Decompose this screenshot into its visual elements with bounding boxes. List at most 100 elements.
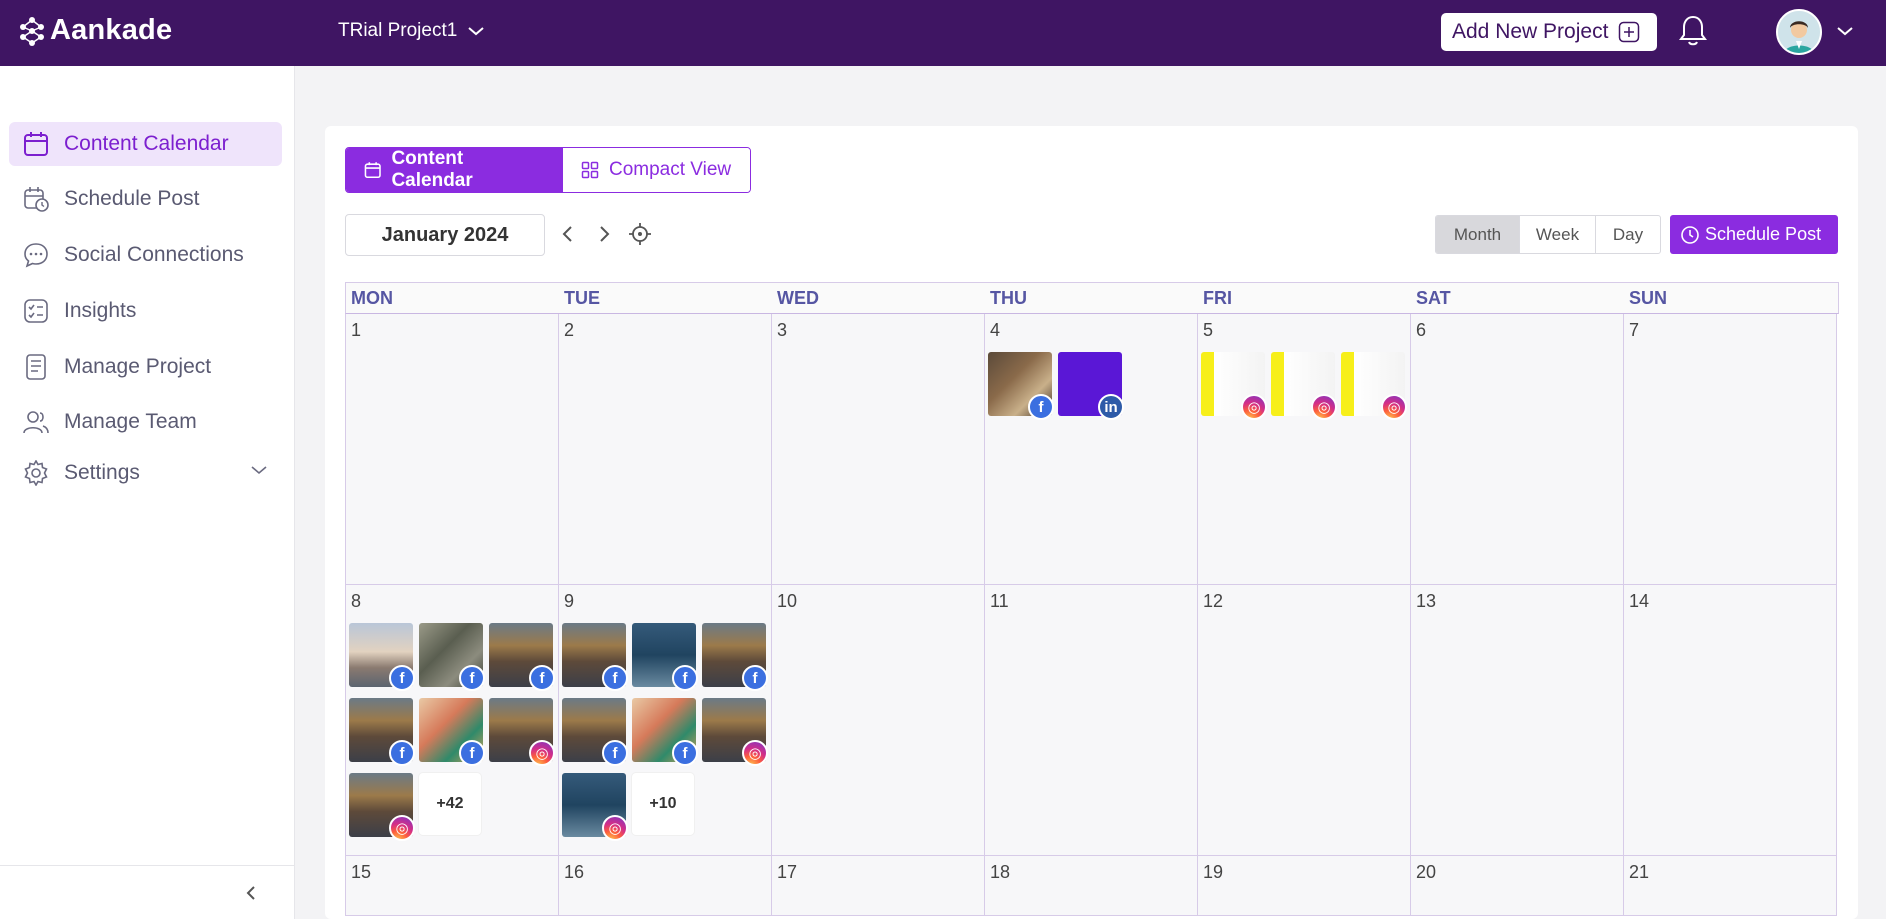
calendar-day-cell[interactable]: 20	[1411, 856, 1624, 916]
day-number: 11	[990, 591, 1009, 611]
calendar-day-cell[interactable]: 18	[985, 856, 1198, 916]
linkedin-icon: in	[1098, 394, 1124, 420]
calendar-day-cell[interactable]: 13	[1411, 585, 1624, 856]
weekday-label: MON	[351, 288, 393, 308]
sidebar-item-manage-team[interactable]: Manage Team	[9, 400, 282, 444]
calendar-day-cell[interactable]: 9 f f f f f ◎ ◎ +10	[559, 585, 772, 856]
calendar-icon	[22, 130, 50, 158]
post-thumbnail[interactable]: f	[632, 623, 698, 691]
post-thumbnail[interactable]: f	[349, 623, 415, 691]
sidebar-item-manage-project[interactable]: Manage Project	[9, 345, 282, 389]
content-calendar-view-button[interactable]: Content Calendar	[346, 148, 563, 192]
day-number: 13	[1416, 591, 1437, 611]
calendar-day-cell[interactable]: 21	[1624, 856, 1837, 916]
week-range-button[interactable]: Week	[1520, 216, 1596, 253]
sidebar-footer	[0, 865, 295, 919]
post-thumbnail[interactable]: f	[489, 623, 555, 691]
facebook-icon: f	[459, 740, 485, 766]
today-crosshair-icon[interactable]	[629, 223, 651, 250]
facebook-icon: f	[389, 740, 415, 766]
more-posts-button[interactable]: +42	[419, 773, 481, 835]
post-thumbnail[interactable]: f	[988, 352, 1054, 420]
post-thumbnail[interactable]: f	[632, 698, 698, 766]
more-posts-button[interactable]: +10	[632, 773, 694, 835]
day-number: 1	[351, 320, 362, 340]
calendar-day-cell[interactable]: 1	[346, 314, 559, 585]
day-range-button[interactable]: Day	[1596, 216, 1660, 253]
post-thumbnail[interactable]: ◎	[349, 773, 415, 841]
sidebar-item-content-calendar[interactable]: Content Calendar	[9, 122, 282, 166]
weekday-label: THU	[990, 288, 1027, 308]
sidebar-item-settings[interactable]: Settings	[9, 451, 282, 495]
sidebar-item-insights[interactable]: Insights	[9, 289, 282, 333]
add-new-project-button[interactable]: Add New Project	[1441, 13, 1657, 51]
calendar-day-cell[interactable]: 15	[346, 856, 559, 916]
sidebar-item-social-connections[interactable]: Social Connections	[9, 233, 282, 277]
calendar-day-cell[interactable]: 10	[772, 585, 985, 856]
user-avatar[interactable]	[1776, 9, 1822, 55]
instagram-icon: ◎	[529, 740, 555, 766]
facebook-icon: f	[742, 665, 768, 691]
day-number: 20	[1416, 862, 1437, 882]
calendar-day-cell[interactable]: 14	[1624, 585, 1837, 856]
post-thumbnail[interactable]: f	[419, 623, 485, 691]
compact-view-button[interactable]: Compact View	[563, 148, 750, 192]
post-thumbnail[interactable]: ◎	[702, 698, 768, 766]
post-thumbnail[interactable]: ◎	[489, 698, 555, 766]
next-month-icon[interactable]	[597, 224, 611, 249]
sidebar-item-schedule-post[interactable]: Schedule Post	[9, 177, 282, 221]
post-thumbnail[interactable]: ◎	[562, 773, 628, 841]
day-number: 8	[351, 591, 362, 611]
day-number: 2	[564, 320, 575, 340]
app-logo[interactable]: Aankade	[18, 14, 172, 47]
calendar-card: Content Calendar Compact View January 20…	[325, 126, 1858, 919]
post-thumbnails: f f f f f ◎ ◎ +42	[349, 623, 555, 848]
grid-icon	[581, 161, 599, 179]
post-thumbnail[interactable]: ◎	[1341, 352, 1407, 420]
post-thumbnail[interactable]: f	[349, 698, 415, 766]
clock-icon	[1681, 225, 1699, 244]
calendar-day-cell[interactable]: 4 f in	[985, 314, 1198, 585]
weekday-label: SUN	[1629, 288, 1668, 308]
post-thumbnail[interactable]: ◎	[1201, 352, 1267, 420]
post-thumbnails: f in	[988, 352, 1192, 427]
schedule-post-label: Schedule Post	[1705, 224, 1822, 244]
view-label: Compact View	[609, 159, 732, 180]
current-month-display[interactable]: January 2024	[345, 214, 545, 256]
facebook-icon: f	[1028, 394, 1054, 420]
project-selector[interactable]: TRial Project1	[338, 20, 485, 42]
calendar-day-cell[interactable]: 17	[772, 856, 985, 916]
calendar-day-cell[interactable]: 16	[559, 856, 772, 916]
calendar-day-cell[interactable]: 11	[985, 585, 1198, 856]
view-toggle: Content Calendar Compact View	[345, 147, 751, 193]
post-thumbnail[interactable]: f	[419, 698, 485, 766]
instagram-icon: ◎	[1241, 394, 1267, 420]
calendar-day-cell[interactable]: 19	[1198, 856, 1411, 916]
calendar-day-cell[interactable]: 12	[1198, 585, 1411, 856]
sidebar-item-label: Settings	[64, 461, 140, 484]
day-number: 7	[1629, 320, 1640, 340]
collapse-sidebar-icon[interactable]	[244, 884, 258, 907]
calendar-day-cell[interactable]: 7	[1624, 314, 1837, 585]
day-number: 5	[1203, 320, 1214, 340]
account-menu-chevron-icon[interactable]	[1836, 24, 1854, 42]
post-thumbnail[interactable]: f	[562, 623, 628, 691]
previous-month-icon[interactable]	[561, 224, 575, 249]
facebook-icon: f	[672, 740, 698, 766]
notification-bell-icon[interactable]	[1678, 14, 1708, 53]
calendar-day-cell[interactable]: 5 ◎ ◎ ◎	[1198, 314, 1411, 585]
post-thumbnail[interactable]: in	[1058, 352, 1124, 420]
calendar-day-cell[interactable]: 2	[559, 314, 772, 585]
day-number: 3	[777, 320, 788, 340]
users-icon	[22, 408, 50, 436]
schedule-post-button[interactable]: Schedule Post	[1670, 215, 1838, 254]
calendar-day-cell[interactable]: 3	[772, 314, 985, 585]
post-thumbnail[interactable]: f	[562, 698, 628, 766]
calendar-day-cell[interactable]: 8 f f f f f ◎ ◎ +42	[346, 585, 559, 856]
post-thumbnail[interactable]: f	[702, 623, 768, 691]
post-thumbnail[interactable]: ◎	[1271, 352, 1337, 420]
facebook-icon: f	[672, 665, 698, 691]
calendar-day-cell[interactable]: 6	[1411, 314, 1624, 585]
gear-icon	[22, 459, 50, 487]
month-range-button[interactable]: Month	[1436, 216, 1520, 253]
